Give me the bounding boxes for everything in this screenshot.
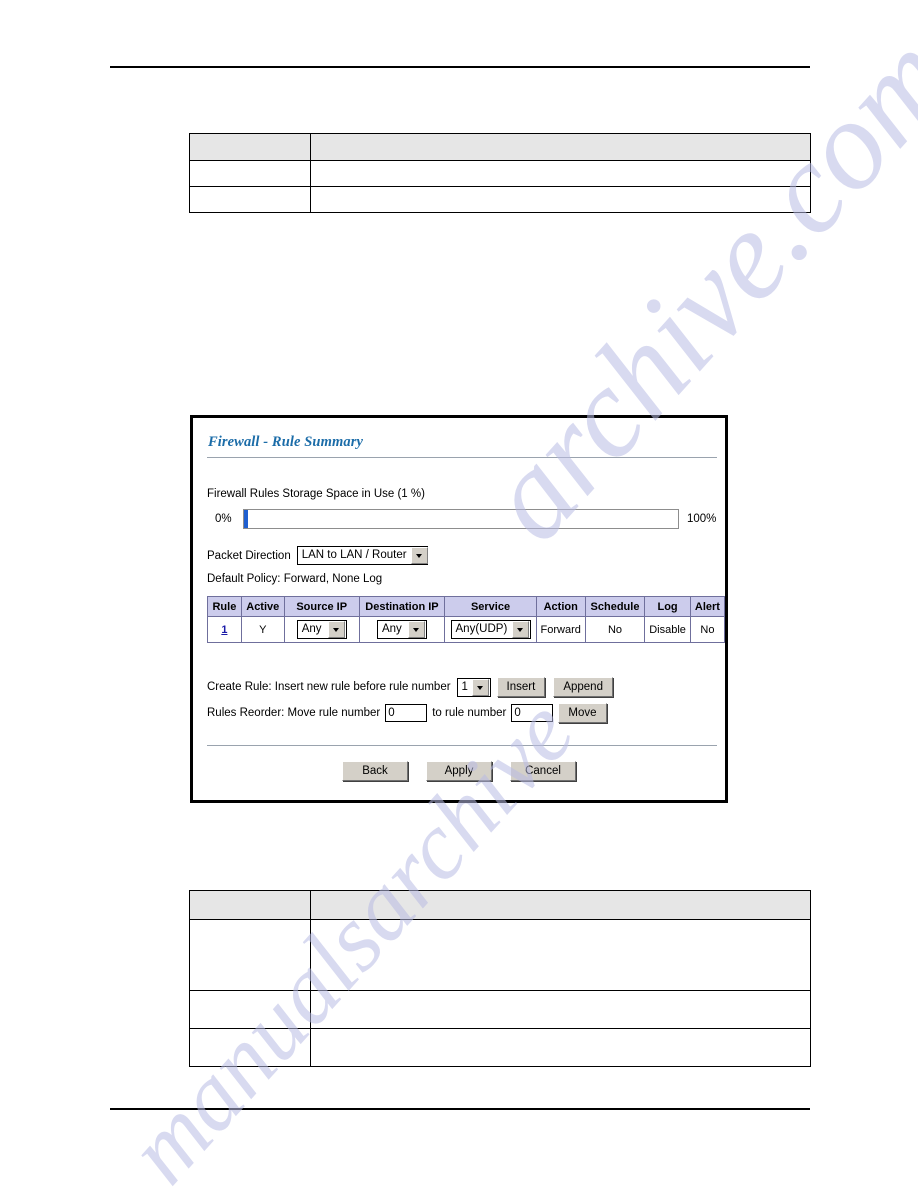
table-cell-label	[189, 990, 311, 1029]
destination-ip-value: Any	[381, 623, 402, 635]
column-header-destination-ip: Destination IP	[358, 596, 446, 617]
table-cell-label	[189, 186, 311, 213]
packet-direction-value: LAN to LAN / Router	[301, 549, 407, 561]
packet-direction-row: Packet Direction LAN to LAN / Router	[207, 546, 428, 565]
page-header-rule	[110, 66, 810, 68]
table-cell-label	[189, 1028, 311, 1067]
apply-button[interactable]: Apply	[426, 761, 492, 781]
chevron-down-icon	[471, 678, 489, 696]
insert-button[interactable]: Insert	[496, 677, 546, 697]
insert-position-select[interactable]: 1	[456, 677, 491, 697]
reorder-middle-label: to rule number	[432, 707, 507, 719]
reorder-from-input[interactable]: 0	[385, 704, 428, 722]
service-select[interactable]: Any(UDP)	[450, 620, 531, 639]
table-row	[189, 186, 811, 213]
table-row	[189, 919, 811, 991]
chevron-down-icon	[327, 621, 345, 638]
append-button[interactable]: Append	[553, 677, 613, 697]
table-row	[189, 1028, 811, 1067]
column-header-alert: Alert	[689, 596, 726, 617]
actions-divider	[207, 745, 717, 746]
table-cell-description	[310, 1028, 811, 1067]
packet-direction-label: Packet Direction	[207, 549, 291, 562]
firewall-rule-summary-screenshot: Firewall - Rule Summary Firewall Rules S…	[190, 415, 728, 803]
table-row	[189, 990, 811, 1029]
table-cell-description	[310, 186, 811, 213]
move-button[interactable]: Move	[558, 703, 607, 723]
service-value: Any(UDP)	[455, 623, 508, 635]
column-header-service: Service	[444, 596, 537, 617]
chevron-down-icon	[511, 621, 529, 638]
storage-bar-max-label: 100%	[687, 513, 717, 525]
cell-action: Forward	[535, 616, 586, 643]
insert-position-value: 1	[461, 680, 468, 693]
table-header-cell-label	[189, 133, 311, 161]
cell-destination-ip: Any	[358, 616, 446, 643]
bottom-description-table	[189, 890, 811, 1067]
table-header-cell-description	[310, 890, 811, 920]
cell-schedule: No	[584, 616, 646, 643]
storage-bar-fill	[244, 510, 249, 528]
table-header-row	[189, 890, 811, 920]
source-ip-value: Any	[301, 623, 322, 635]
default-policy-text: Default Policy: Forward, None Log	[207, 573, 383, 585]
column-header-schedule: Schedule	[584, 596, 646, 617]
rules-table-header-row: Rule Active Source IP Destination IP Ser…	[207, 596, 726, 617]
table-cell-description	[310, 919, 811, 991]
column-header-action: Action	[535, 596, 586, 617]
rule-number-link[interactable]: 1	[221, 624, 227, 636]
create-rule-label: Create Rule: Insert new rule before rule…	[207, 681, 451, 693]
cell-active: Y	[240, 616, 285, 643]
source-ip-select[interactable]: Any	[296, 620, 347, 639]
table-cell-label	[189, 160, 311, 187]
table-cell-label	[189, 919, 311, 991]
page-footer-rule	[110, 1108, 810, 1110]
table-cell-description	[310, 160, 811, 187]
column-header-active: Active	[240, 596, 285, 617]
table-row: 1 Y Any Any Any(UDP) Forward No Disable …	[207, 616, 726, 643]
packet-direction-select[interactable]: LAN to LAN / Router	[296, 546, 428, 565]
table-header-row	[189, 133, 811, 161]
reorder-to-input[interactable]: 0	[511, 704, 554, 722]
cell-rule-number: 1	[207, 616, 242, 643]
column-header-log: Log	[644, 596, 691, 617]
create-rule-row: Create Rule: Insert new rule before rule…	[207, 677, 613, 697]
destination-ip-select[interactable]: Any	[376, 620, 427, 639]
table-cell-description	[310, 990, 811, 1029]
cell-log: Disable	[644, 616, 691, 643]
table-header-cell-description	[310, 133, 811, 161]
cell-service: Any(UDP)	[444, 616, 537, 643]
storage-usage-label: Firewall Rules Storage Space in Use (1 %…	[207, 488, 425, 500]
title-divider	[207, 457, 717, 458]
table-header-cell-label	[189, 890, 311, 920]
column-header-rule: Rule	[207, 596, 242, 617]
storage-bar-track	[243, 509, 679, 529]
action-button-row: Back Apply Cancel	[193, 761, 725, 781]
storage-bar-min-label: 0%	[215, 513, 232, 525]
cell-source-ip: Any	[283, 616, 360, 643]
rules-reorder-row: Rules Reorder: Move rule number 0 to rul…	[207, 703, 607, 723]
top-description-table	[189, 133, 811, 213]
table-row	[189, 160, 811, 187]
chevron-down-icon	[407, 621, 425, 638]
cancel-button[interactable]: Cancel	[510, 761, 576, 781]
column-header-source-ip: Source IP	[283, 596, 360, 617]
firewall-rules-table: Rule Active Source IP Destination IP Ser…	[207, 596, 726, 643]
reorder-label: Rules Reorder: Move rule number	[207, 707, 381, 719]
page-title: Firewall - Rule Summary	[208, 434, 363, 450]
cell-alert: No	[689, 616, 726, 643]
chevron-down-icon	[410, 547, 428, 564]
back-button[interactable]: Back	[342, 761, 408, 781]
storage-usage-bar: 0% 100%	[207, 509, 717, 531]
